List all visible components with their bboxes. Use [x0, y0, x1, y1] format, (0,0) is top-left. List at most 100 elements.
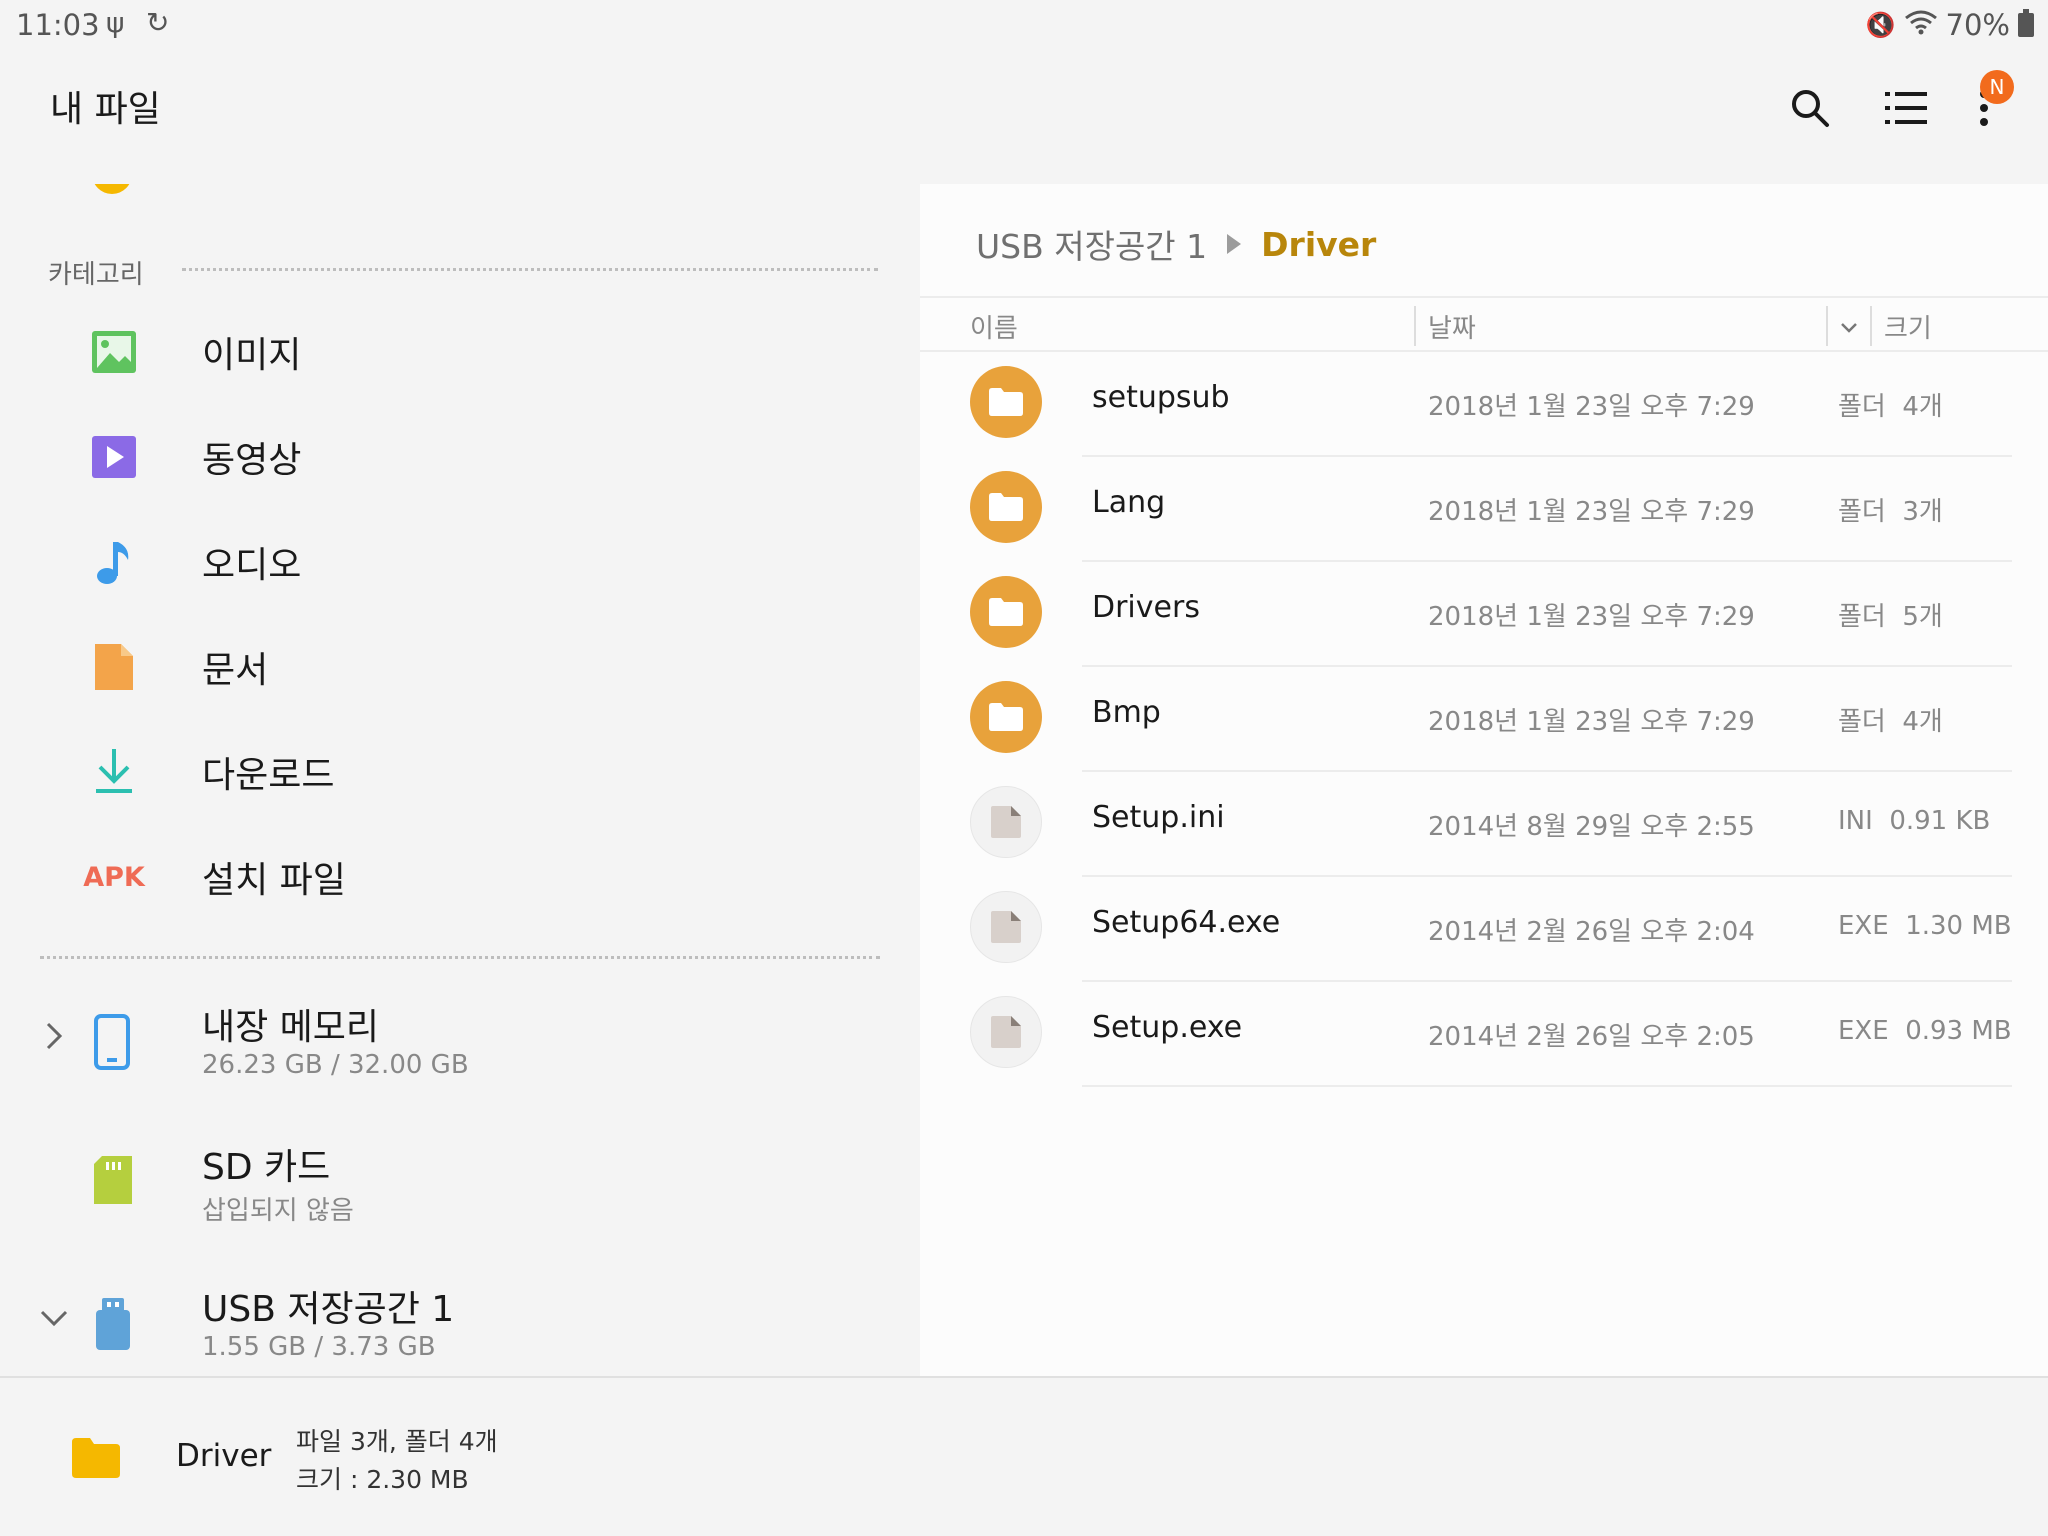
mute-icon: 🔇 [1865, 11, 1896, 39]
sidebar: 카테고리 이미지 동영상 오디오 문서 다운로드 APK 설치 파일 내장 메모… [0, 184, 920, 1376]
row-divider [1082, 1085, 2012, 1087]
file-date: 2014년 2월 26일 오후 2:04 [1428, 917, 1755, 947]
sidebar-item-cut-off[interactable] [0, 184, 920, 224]
file-date: 2018년 1월 23일 오후 7:29 [1428, 602, 1755, 632]
breadcrumb-arrow-icon [1227, 234, 1242, 254]
video-icon [90, 433, 138, 481]
sidebar-item-label: 다운로드 [202, 755, 335, 796]
image-icon [90, 328, 138, 376]
phone-icon [94, 1014, 130, 1070]
storage-sd-card[interactable]: SD 카드 삽입되지 않음 [0, 1130, 920, 1260]
file-date: 2018년 1월 23일 오후 7:29 [1428, 497, 1755, 527]
current-folder-name: Driver [176, 1438, 272, 1474]
file-name: Setup64.exe [1092, 905, 1281, 940]
column-size[interactable]: 크기 [1884, 308, 1932, 345]
storage-status: 삽입되지 않음 [202, 1196, 354, 1226]
column-header: 이름 날짜 크기 [920, 296, 2048, 352]
folder-icon [970, 471, 1042, 543]
file-name: setupsub [1092, 380, 1230, 415]
file-row[interactable]: Setup64.exe 2014년 2월 26일 오후 2:04 EXE 1.30 … [920, 877, 2048, 982]
sidebar-item-downloads[interactable]: 다운로드 [0, 720, 920, 820]
file-row[interactable]: Setup.exe 2014년 2월 26일 오후 2:05 EXE 0.93 MB [920, 982, 2048, 1087]
file-row[interactable]: Lang 2018년 1월 23일 오후 7:29 폴더 3개 [920, 457, 2048, 562]
sidebar-item-label: 문서 [202, 650, 269, 691]
file-size: EXE 0.93 MB [1838, 1016, 2012, 1046]
battery-icon [2018, 9, 2034, 37]
apk-icon: APK [83, 861, 145, 893]
chevron-down-icon[interactable] [36, 1300, 72, 1336]
folder-icon [970, 681, 1042, 753]
storage-internal[interactable]: 내장 메모리 26.23 GB / 32.00 GB [0, 990, 920, 1120]
column-date[interactable]: 날짜 [1428, 308, 1476, 345]
file-row[interactable]: setupsub 2018년 1월 23일 오후 7:29 폴더 4개 [920, 352, 2048, 457]
file-date: 2014년 8월 29일 오후 2:55 [1428, 812, 1755, 842]
file-date: 2014년 2월 26일 오후 2:05 [1428, 1022, 1755, 1052]
folder-icon [970, 576, 1042, 648]
file-row[interactable]: Setup.ini 2014년 8월 29일 오후 2:55 INI 0.91 KB [920, 772, 2048, 877]
file-size: 폴더 5개 [1838, 602, 1943, 632]
sidebar-item-label: 동영상 [202, 440, 302, 481]
sidebar-item-install-files[interactable]: APK 설치 파일 [0, 825, 920, 925]
status-time: 11:03 [16, 8, 100, 42]
sidebar-item-videos[interactable]: 동영상 [0, 405, 920, 505]
folder-contents-summary: 파일 3개, 폴더 4개 [296, 1427, 498, 1456]
file-size: 폴더 4개 [1838, 707, 1943, 737]
file-icon [970, 891, 1042, 963]
storage-title: SD 카드 [202, 1147, 331, 1188]
sort-chevron-down-icon[interactable] [1838, 316, 1860, 338]
file-date: 2018년 1월 23일 오후 7:29 [1428, 707, 1755, 737]
file-list-pane: USB 저장공간 1 Driver 이름 날짜 크기 setupsub 2018년… [920, 184, 2048, 1376]
usb-icon: ψ [106, 6, 125, 39]
file-name: Drivers [1092, 590, 1200, 625]
storage-usage: 26.23 GB / 32.00 GB [202, 1050, 469, 1080]
file-name: Lang [1092, 485, 1166, 520]
search-button[interactable] [1780, 78, 1840, 138]
audio-icon [90, 538, 138, 586]
file-name: Setup.exe [1092, 1010, 1243, 1045]
download-icon [90, 748, 138, 796]
document-icon [90, 643, 138, 691]
app-title: 내 파일 [50, 89, 161, 130]
storage-usb[interactable]: USB 저장공간 1 1.55 GB / 3.73 GB [0, 1272, 920, 1376]
file-row[interactable]: Drivers 2018년 1월 23일 오후 7:29 폴더 5개 [920, 562, 2048, 667]
list-view-button[interactable] [1876, 78, 1936, 138]
file-name: Setup.ini [1092, 800, 1225, 835]
sidebar-item-documents[interactable]: 문서 [0, 615, 920, 715]
file-date: 2018년 1월 23일 오후 7:29 [1428, 392, 1755, 422]
column-name[interactable]: 이름 [970, 308, 1018, 345]
file-icon [970, 996, 1042, 1068]
breadcrumb-current[interactable]: Driver [1261, 225, 1376, 264]
sidebar-item-label: 설치 파일 [202, 860, 346, 901]
sync-icon: ↻ [146, 6, 170, 39]
sidebar-item-label: 이미지 [202, 335, 302, 376]
recent-files-icon [92, 184, 132, 194]
folder-size: 크기 : 2.30 MB [296, 1465, 469, 1494]
file-size: 폴더 3개 [1838, 497, 1943, 527]
breadcrumb: USB 저장공간 1 Driver [976, 220, 1376, 268]
file-size: EXE 1.30 MB [1838, 911, 2012, 941]
file-row[interactable]: Bmp 2018년 1월 23일 오후 7:29 폴더 4개 [920, 667, 2048, 772]
file-name: Bmp [1092, 695, 1161, 730]
folder-icon [72, 1438, 120, 1478]
sd-card-icon [94, 1156, 132, 1204]
sidebar-item-label: 오디오 [202, 545, 302, 586]
chevron-right-icon[interactable] [36, 1018, 72, 1054]
bottom-info-bar: Driver 파일 3개, 폴더 4개 크기 : 2.30 MB [0, 1376, 2048, 1536]
sidebar-item-audio[interactable]: 오디오 [0, 510, 920, 610]
storage-usage: 1.55 GB / 3.73 GB [202, 1332, 436, 1362]
category-label: 카테고리 [48, 260, 144, 290]
file-size: INI 0.91 KB [1838, 806, 1991, 836]
breadcrumb-root[interactable]: USB 저장공간 1 [976, 220, 1207, 268]
search-icon [1792, 90, 1829, 127]
file-size: 폴더 4개 [1838, 392, 1943, 422]
storage-title: 내장 메모리 [202, 1007, 380, 1048]
column-divider [1870, 306, 1872, 346]
status-bar: 11:03 ψ ↻ 🔇 70% [0, 0, 2048, 50]
app-bar: 내 파일 N [0, 50, 2048, 184]
column-divider [1414, 306, 1416, 346]
file-icon [970, 786, 1042, 858]
sidebar-item-images[interactable]: 이미지 [0, 300, 920, 400]
category-divider [182, 268, 878, 271]
storage-divider [40, 956, 880, 959]
wifi-icon [1904, 8, 1938, 42]
